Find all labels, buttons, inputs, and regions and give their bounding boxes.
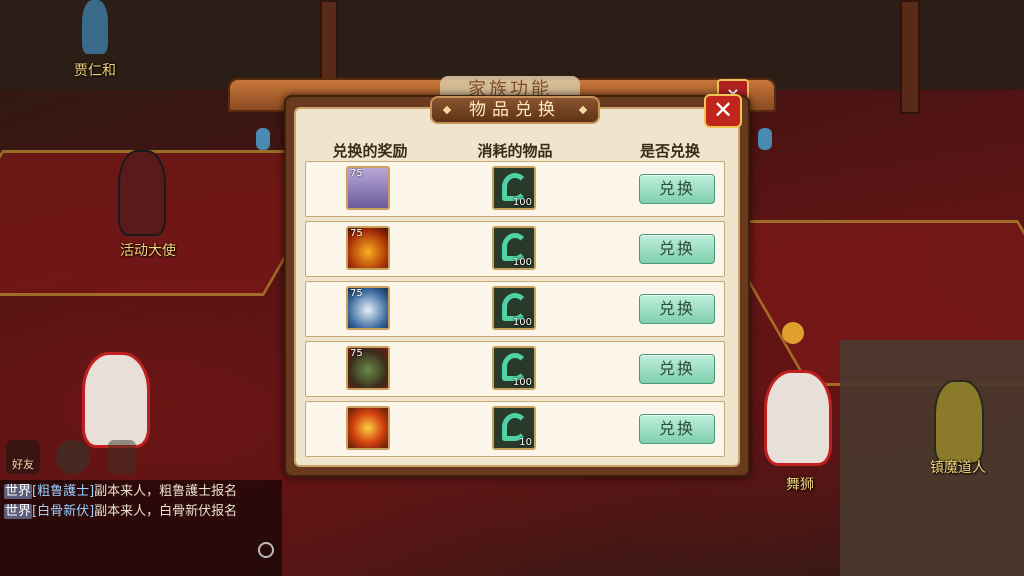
exchange-button[interactable]: 兑换: [639, 174, 715, 204]
cost-quantity: 100: [512, 197, 532, 208]
exchange-row: 75 100 兑换: [305, 341, 725, 397]
chat-panel[interactable]: 世界[粗鲁護士]副本来人，粗鲁護士报名 世界[白骨新伏]副本来人，白骨新伏报名: [0, 480, 282, 576]
chat-channel-tag: 世界: [4, 504, 33, 519]
exchange-row: 75 100 兑换: [305, 221, 725, 277]
exchange-button[interactable]: 兑换: [639, 354, 715, 384]
flame-demon-portrait-icon[interactable]: 75: [346, 226, 390, 270]
exchange-button[interactable]: 兑换: [639, 414, 715, 444]
golden-monkey-portrait-icon[interactable]: [346, 406, 390, 450]
green-demon-portrait-icon[interactable]: 75: [346, 346, 390, 390]
dialog-title: 物品兑换: [430, 96, 600, 124]
pillar: [320, 0, 338, 84]
bone-spirit-portrait-icon[interactable]: 75: [346, 166, 390, 210]
chat-text: 副本来人，粗鲁護士报名: [94, 484, 238, 499]
exchange-button[interactable]: 兑换: [639, 234, 715, 264]
cost-quantity: 10: [519, 437, 532, 448]
microphone-icon[interactable]: [108, 440, 136, 474]
chat-sender[interactable]: [粗鲁護士]: [32, 484, 94, 499]
chat-settings-gear-icon[interactable]: [258, 542, 274, 558]
exchange-row: 10 兑换: [305, 401, 725, 457]
npc-lion-dance[interactable]: [764, 370, 832, 466]
npc-lion-dance-left[interactable]: [82, 352, 150, 448]
close-button[interactable]: ✕: [704, 94, 742, 128]
exchange-row: 75 100 兑换: [305, 161, 725, 217]
reward-level: 75: [350, 288, 363, 299]
cost-quantity: 100: [512, 317, 532, 328]
exchange-button[interactable]: 兑换: [639, 294, 715, 324]
chat-bubble-icon[interactable]: [56, 440, 90, 474]
coin-icon: [782, 322, 804, 344]
friends-button[interactable]: 好友: [6, 440, 40, 474]
npc-label: 镇魔道人: [930, 460, 986, 476]
pillar: [900, 0, 920, 114]
jade-dragon-icon[interactable]: 100: [492, 166, 536, 210]
chat-line: 世界[白骨新伏]副本来人，白骨新伏报名: [4, 502, 278, 522]
lantern-icon: [256, 128, 270, 150]
jade-dragon-icon[interactable]: 10: [492, 406, 536, 450]
column-header-cost: 消耗的物品: [477, 142, 553, 160]
blue-beast-portrait-icon[interactable]: 75: [346, 286, 390, 330]
chat-text: 副本来人，白骨新伏报名: [94, 504, 238, 519]
jade-dragon-icon[interactable]: 100: [492, 286, 536, 330]
npc-jia-renhe[interactable]: [82, 0, 108, 54]
reward-level: 75: [350, 228, 363, 239]
column-header-exchange: 是否兑换: [639, 142, 700, 160]
reward-level: 75: [350, 348, 363, 359]
friends-label: 好友: [12, 458, 34, 471]
reward-level: 75: [350, 168, 363, 179]
cost-quantity: 100: [512, 377, 532, 388]
chat-channel-tag: 世界: [4, 484, 33, 499]
jade-dragon-icon[interactable]: 100: [492, 346, 536, 390]
column-header-reward: 兑换的奖励: [332, 142, 408, 160]
cost-quantity: 100: [512, 257, 532, 268]
chat-line: 世界[粗鲁護士]副本来人，粗鲁護士报名: [4, 482, 278, 502]
chat-sender[interactable]: [白骨新伏]: [32, 504, 94, 519]
jade-dragon-icon[interactable]: 100: [492, 226, 536, 270]
npc-label: 贾仁和: [74, 63, 116, 79]
npc-label: 舞狮: [786, 477, 814, 493]
npc-demon-taoist[interactable]: [934, 380, 984, 464]
npc-event-envoy[interactable]: [118, 150, 166, 236]
npc-label: 活动大使: [120, 243, 176, 259]
exchange-row: 75 100 兑换: [305, 281, 725, 337]
lantern-icon: [758, 128, 772, 150]
